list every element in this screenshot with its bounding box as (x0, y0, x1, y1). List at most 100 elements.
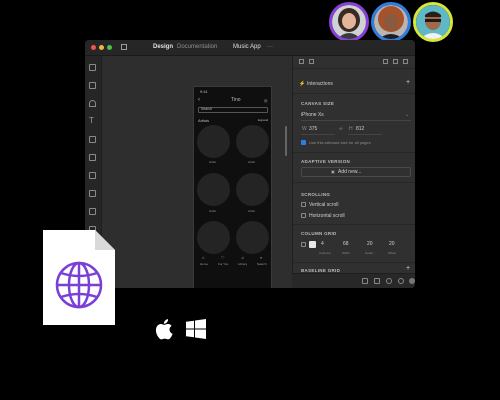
artist-label-3: Artist (209, 209, 216, 213)
minimize-window-button[interactable] (99, 45, 104, 50)
phone-artboard[interactable]: 9:41 ‹ Tino ◎ Search Artists Expand Arti… (193, 86, 272, 288)
artist-avatar-6[interactable] (236, 221, 269, 254)
lightning-icon: ⚡ (299, 81, 306, 87)
tab-design[interactable]: Design (153, 44, 173, 51)
comments-icon[interactable] (398, 278, 404, 284)
tab-for-you-label: For You (218, 262, 229, 266)
section-title: Artists (198, 118, 210, 123)
align-icon[interactable] (299, 59, 304, 64)
add-interaction-button[interactable]: + (406, 79, 410, 86)
comment-tool-icon[interactable] (89, 136, 96, 143)
share-icon[interactable] (374, 278, 380, 284)
web-file-icon (43, 230, 115, 325)
grid-menu-icon[interactable] (121, 44, 127, 50)
tab-library-icon[interactable]: ♫ (241, 255, 244, 260)
components-icon[interactable] (89, 190, 96, 197)
close-window-button[interactable] (91, 45, 96, 50)
tab-documentation[interactable]: Documentation (177, 44, 217, 51)
artist-avatar-5[interactable] (197, 221, 230, 254)
canvas-size-heading: CANVAS SIZE (301, 101, 335, 106)
align-right-icon[interactable] (403, 59, 408, 64)
tab-home-icon[interactable]: ⌂ (202, 255, 204, 260)
distribute-icon[interactable] (309, 59, 314, 64)
settings-icon[interactable]: ◎ (264, 98, 268, 103)
horizontal-scroll-label: Horizontal scroll (309, 213, 345, 219)
align-center-icon[interactable] (393, 59, 398, 64)
vertical-scroll-label: Vertical scroll (309, 202, 339, 208)
height-field[interactable]: 812 (356, 126, 364, 132)
grid-color-swatch[interactable] (309, 241, 316, 248)
grid-width-field[interactable]: 68 (343, 241, 349, 247)
device-preview-icon[interactable] (362, 278, 368, 284)
apple-logo (154, 318, 173, 340)
add-new-label: Add new... (338, 169, 362, 175)
design-canvas[interactable]: 9:41 ‹ Tino ◎ Search Artists Expand Arti… (102, 56, 292, 288)
use-artboard-checkbox[interactable] (301, 140, 306, 145)
add-baseline-button[interactable]: + (406, 265, 410, 272)
title-bar: Design Documentation Music App ··· (85, 40, 415, 56)
artist-label-2: Artist (248, 160, 255, 164)
adaptive-version-heading: ADAPTIVE VERSION (301, 159, 351, 164)
maximize-window-button[interactable] (107, 45, 112, 50)
chevron-down-icon[interactable]: ⌄ (405, 112, 409, 118)
width-field[interactable]: 375 (309, 126, 317, 132)
device-select[interactable]: iPhone Xs (301, 112, 324, 118)
artist-avatar-1[interactable] (197, 125, 230, 158)
app-window: Design Documentation Music App ··· T 9:4… (85, 40, 415, 288)
grid-columns-field[interactable]: 4 (321, 241, 324, 247)
avatar-woman-2 (371, 2, 411, 42)
artist-label-1: Artist (209, 160, 216, 164)
artist-label-4: Artist (248, 209, 255, 213)
vertical-scroll-checkbox[interactable] (301, 202, 306, 207)
assets-icon[interactable] (89, 208, 96, 215)
horizontal-scroll-checkbox[interactable] (301, 213, 306, 218)
column-grid-heading: COLUMN GRID (301, 231, 337, 236)
width-label: W (302, 126, 307, 132)
layers-icon[interactable] (89, 172, 96, 179)
column-grid-checkbox[interactable] (301, 242, 306, 247)
tab-search-icon[interactable]: ⌕ (260, 255, 262, 260)
use-artboard-label: Use this artboard size for all pages (309, 140, 371, 145)
grid-offset-label: Offset (388, 251, 396, 255)
avatar-woman-1 (329, 2, 369, 42)
windows-logo (186, 319, 206, 339)
globe-icon (55, 261, 103, 309)
canvas-scrollbar[interactable] (285, 126, 287, 156)
add-new-icon: ▣ (331, 169, 335, 174)
document-title: Music App (233, 44, 261, 50)
search-placeholder: Search (201, 107, 213, 111)
more-menu[interactable]: ··· (267, 44, 273, 51)
align-left-icon[interactable] (383, 59, 388, 64)
text-tool-icon[interactable]: T (89, 116, 94, 125)
scrolling-heading: SCROLLING (301, 192, 331, 197)
help-icon[interactable] (409, 278, 415, 284)
interactions-label[interactable]: Interactions (307, 81, 333, 87)
avatar-man (413, 2, 453, 42)
properties-panel: ⚡ Interactions + CANVAS SIZE iPhone Xs ⌄… (292, 56, 415, 288)
grid-gutter-field[interactable]: 20 (367, 241, 373, 247)
link-icon[interactable]: ∞ (339, 126, 343, 132)
status-bar (292, 273, 415, 288)
grid-offset-field[interactable]: 20 (389, 241, 395, 247)
rectangle-tool-icon[interactable] (89, 82, 96, 89)
expand-link[interactable]: Expand (258, 118, 268, 123)
tab-home-label: Home (200, 262, 209, 266)
grid-gutter-label: Gutter (365, 251, 374, 255)
status-time: 9:41 (200, 89, 208, 94)
tab-search-label: Search (257, 262, 267, 266)
phone-title: Tino (231, 97, 241, 103)
tab-for-you-icon[interactable]: ♡ (221, 255, 225, 260)
back-chevron-icon[interactable]: ‹ (198, 97, 200, 103)
artist-avatar-2[interactable] (236, 125, 269, 158)
history-icon[interactable] (386, 278, 392, 284)
artist-avatar-3[interactable] (197, 173, 230, 206)
add-icon[interactable] (89, 64, 96, 71)
tab-library-label: Library (238, 262, 248, 266)
pen-tool-icon[interactable] (89, 100, 96, 107)
artist-avatar-4[interactable] (236, 173, 269, 206)
panel-toolbar (293, 56, 415, 69)
grid-columns-label: Columns (319, 251, 331, 255)
image-tool-icon[interactable] (89, 154, 96, 161)
grid-width-label: Width (342, 251, 350, 255)
device-select-underline (301, 120, 411, 121)
